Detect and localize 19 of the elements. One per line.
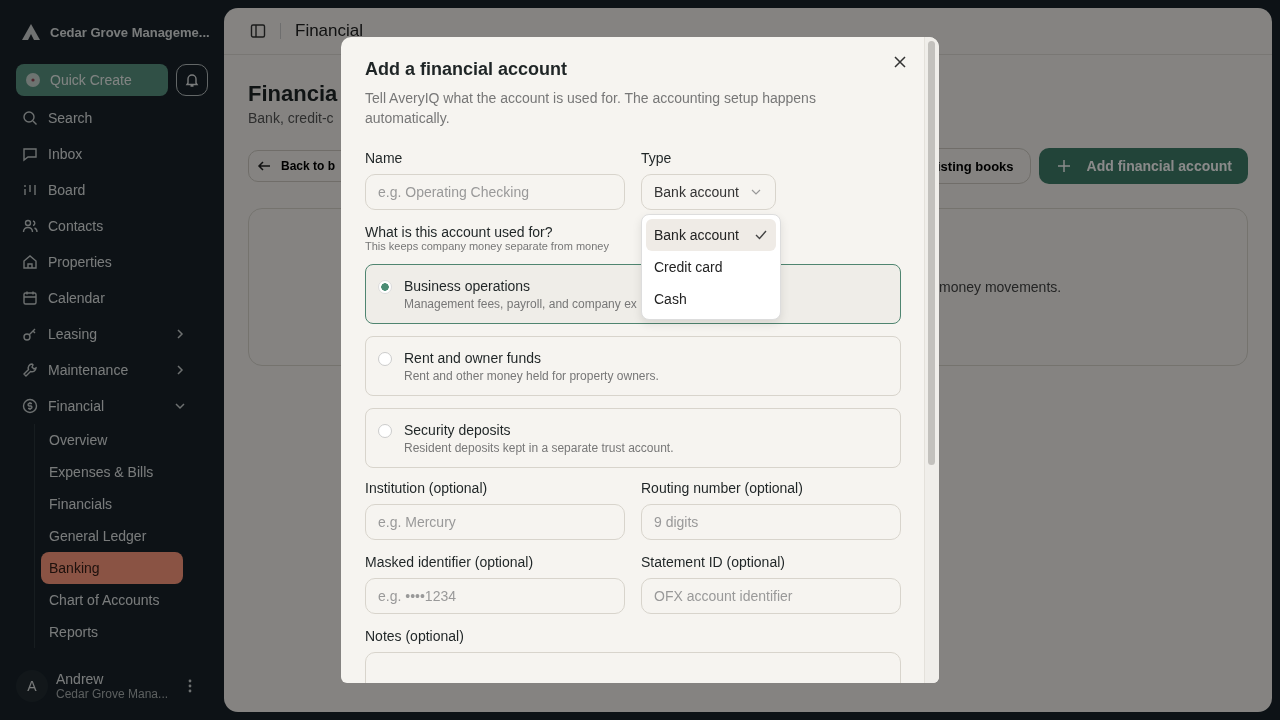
field-label: Statement ID (optional) — [641, 554, 785, 570]
field-label: Institution (optional) — [365, 480, 488, 496]
avatar: A — [16, 670, 48, 702]
modal-title: Add a financial account — [365, 59, 569, 80]
field-label: Masked identifier (optional) — [365, 554, 534, 570]
field-label: Notes (optional) — [365, 628, 464, 644]
question-label: What is this account used for? — [365, 224, 553, 240]
page-subtitle: Bank, credit-c — [248, 110, 334, 126]
page-title: Financia — [248, 81, 338, 107]
modal-description: Tell AveryIQ what the account is used for. The accounting setup happens automatically. — [365, 89, 817, 128]
field-label: Name — [365, 150, 403, 166]
organization-name: Cedar Grove Manageme... — [50, 24, 210, 40]
header-title: Financial — [295, 21, 364, 41]
field-label: Routing number (optional) — [641, 480, 803, 496]
empty-state-text: money movements. — [939, 279, 1062, 295]
field-label: Type — [641, 150, 672, 166]
user-organization: Cedar Grove Mana... — [56, 687, 170, 701]
question-hint: This keeps company money separate from money — [365, 240, 609, 252]
user-name: Andrew — [56, 671, 105, 687]
